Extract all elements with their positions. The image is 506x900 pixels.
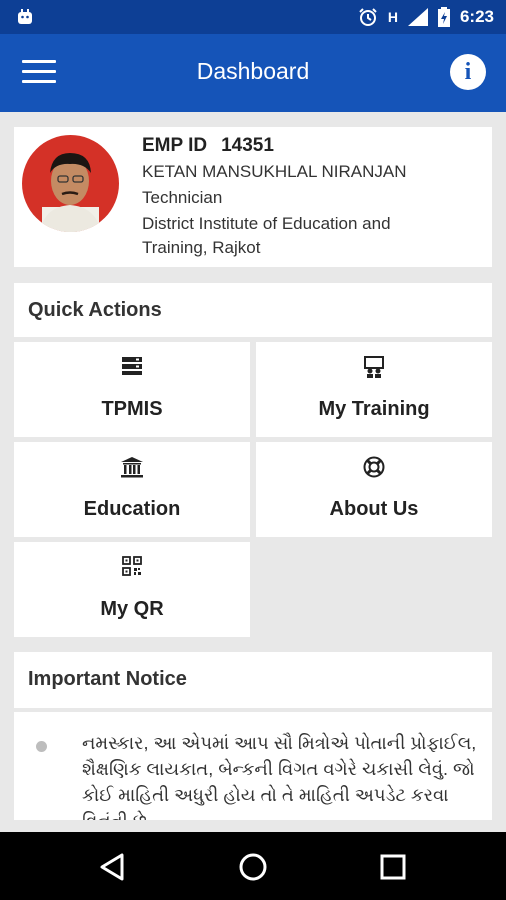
institute-line-1: District Institute of Education and bbox=[142, 214, 391, 233]
battery-icon bbox=[437, 7, 450, 27]
tile-education-label: Education bbox=[83, 498, 181, 520]
tile-my-qr[interactable]: My QR bbox=[14, 542, 250, 637]
profile-card: EMP ID 14351 KETAN MANSUKHLAL NIRANJAN Te… bbox=[14, 127, 492, 267]
quick-actions-header: Quick Actions bbox=[14, 283, 492, 337]
tile-tpmis[interactable]: TPMIS bbox=[14, 342, 250, 437]
system-navigation-bar bbox=[0, 832, 506, 900]
notice-header: Important Notice bbox=[14, 652, 492, 708]
server-icon bbox=[122, 357, 142, 375]
emp-id-value: 14351 bbox=[221, 135, 274, 156]
profile-photo bbox=[40, 153, 101, 232]
notice-body[interactable]: નમસ્કાર, આ એપમાં આપ સૌ મિત્રોએ પોતાની પ્… bbox=[14, 712, 492, 820]
employee-id-row: EMP ID 14351 bbox=[142, 135, 274, 157]
network-type: H bbox=[387, 9, 398, 25]
avatar bbox=[22, 135, 119, 232]
info-icon[interactable]: i bbox=[450, 54, 486, 90]
institute-line-2: Training, Rajkot bbox=[142, 238, 261, 257]
page-title: Dashboard bbox=[196, 58, 310, 84]
tile-education[interactable]: Education bbox=[14, 442, 250, 537]
employee-designation: Technician bbox=[142, 188, 223, 207]
signal-icon bbox=[407, 8, 428, 26]
back-icon[interactable] bbox=[96, 850, 130, 884]
app-bar: Dashboard i bbox=[0, 34, 506, 112]
tile-about-us-label: About Us bbox=[329, 498, 419, 520]
tile-about-us[interactable]: About Us bbox=[256, 442, 492, 537]
notice-text: નમસ્કાર, આ એપમાં આપ સૌ મિત્રોએ પોતાની પ્… bbox=[82, 733, 477, 820]
status-bar: H 6:23 bbox=[0, 0, 506, 34]
tile-tpmis-label: TPMIS bbox=[101, 398, 163, 420]
notice-title: Important Notice bbox=[28, 668, 187, 690]
presentation-icon bbox=[364, 356, 384, 378]
tile-my-training-label: My Training bbox=[318, 398, 430, 420]
emp-id-label: EMP ID bbox=[142, 135, 208, 156]
tile-my-qr-label: My QR bbox=[100, 598, 164, 620]
recents-icon[interactable] bbox=[376, 850, 410, 884]
tile-my-training[interactable]: My Training bbox=[256, 342, 492, 437]
alarm-icon bbox=[359, 8, 377, 26]
bullet-icon bbox=[36, 741, 47, 752]
android-icon bbox=[18, 9, 32, 24]
employee-name: KETAN MANSUKHLAL NIRANJAN bbox=[142, 162, 407, 181]
lifebuoy-icon bbox=[363, 456, 385, 478]
institution-icon bbox=[121, 457, 143, 478]
qrcode-icon bbox=[122, 556, 142, 576]
clock: 6:23 bbox=[459, 7, 494, 26]
home-icon[interactable] bbox=[236, 850, 270, 884]
quick-actions-title: Quick Actions bbox=[28, 299, 162, 321]
